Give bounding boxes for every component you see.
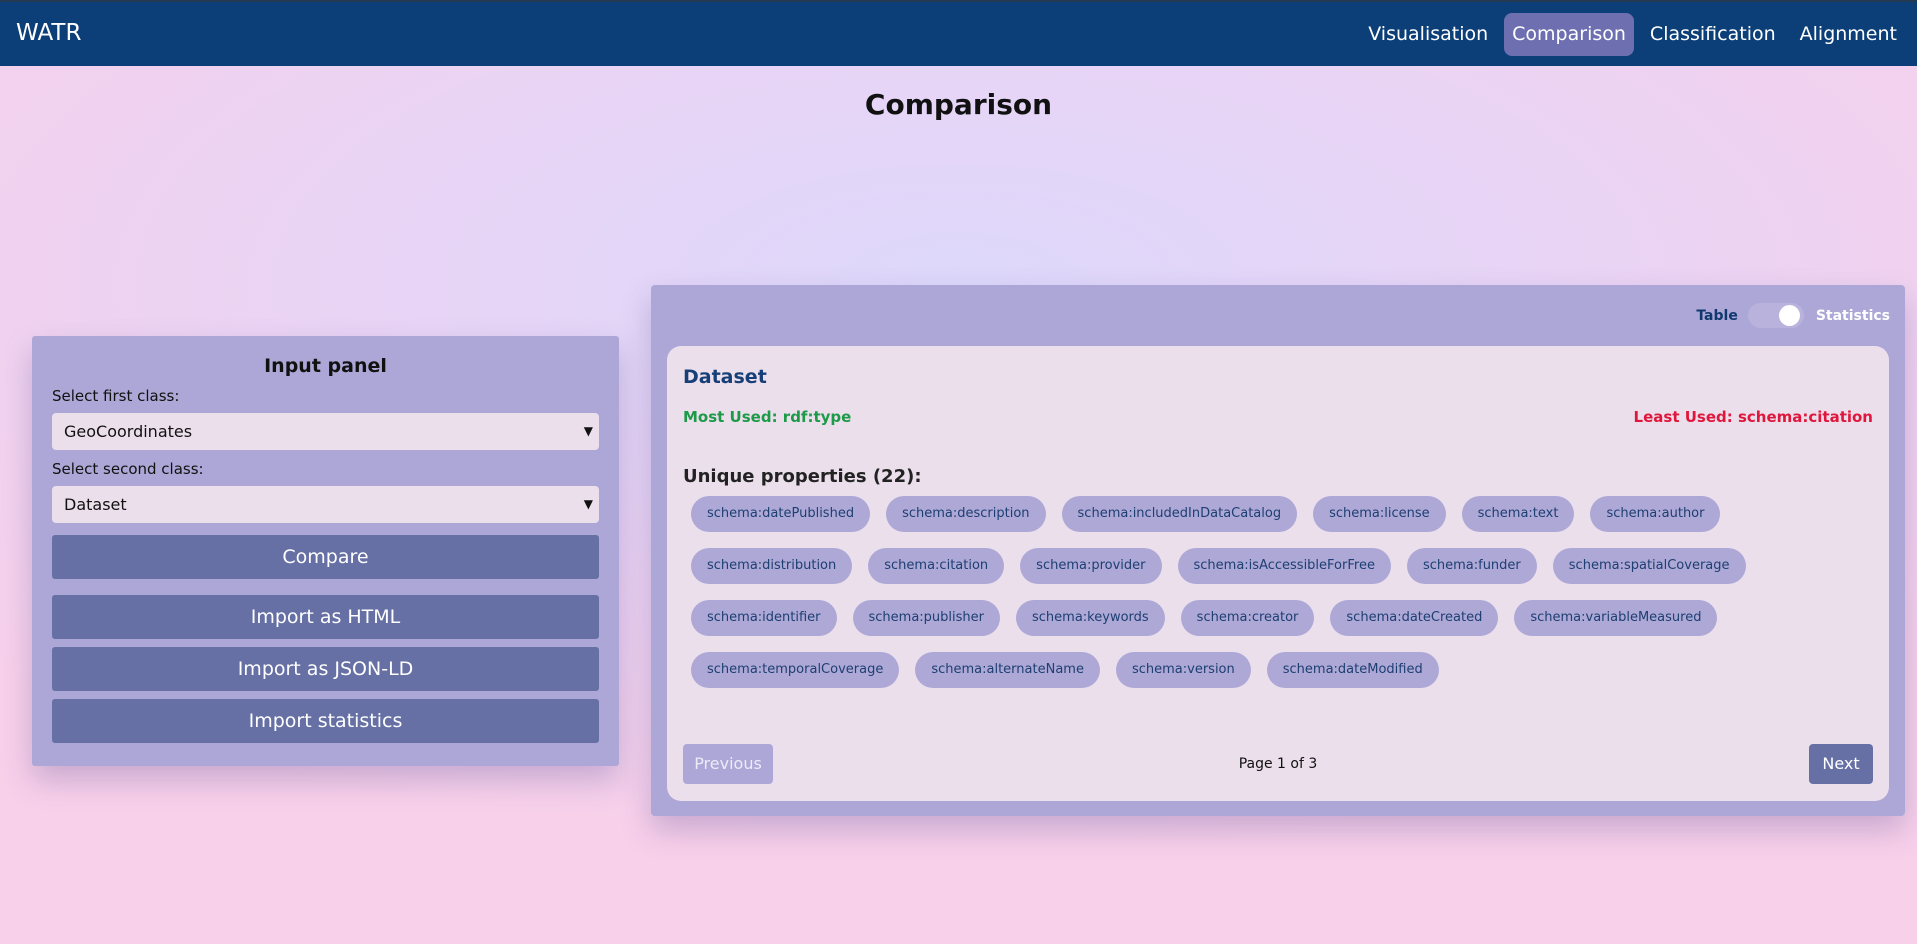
page-title: Comparison [864, 88, 1053, 121]
nav-classification[interactable]: Classification [1642, 13, 1784, 56]
property-chip: schema:variableMeasured [1514, 600, 1718, 636]
chevron-down-icon: ▼ [583, 497, 593, 511]
property-chip: schema:description [886, 496, 1046, 532]
property-chip: schema:dateModified [1266, 652, 1439, 688]
first-class-select[interactable]: GeoCoordinates ▼ [52, 413, 599, 450]
second-class-select[interactable]: Dataset ▼ [52, 486, 599, 523]
first-class-value: GeoCoordinates [64, 422, 193, 441]
second-class-label: Select second class: [52, 460, 204, 478]
import-statistics-button[interactable]: Import statistics [52, 699, 599, 743]
most-used-stat: Most Used: rdf:type [683, 408, 852, 426]
property-chip: schema:temporalCoverage [691, 652, 900, 688]
nav-alignment[interactable]: Alignment [1792, 13, 1905, 56]
toggle-label-statistics: Statistics [1815, 307, 1890, 324]
input-panel-title: Input panel [264, 355, 387, 377]
unique-properties-heading: Unique properties (22): [683, 466, 922, 487]
nav-comparison[interactable]: Comparison [1504, 13, 1634, 56]
compare-button[interactable]: Compare [52, 535, 599, 579]
class-name-heading: Dataset [683, 366, 767, 388]
property-chip: schema:datePublished [691, 496, 871, 532]
import-jsonld-button[interactable]: Import as JSON-LD [52, 647, 599, 691]
view-toggle: Table Statistics [1696, 303, 1890, 328]
property-chip: schema:identifier [691, 600, 837, 636]
property-chip: schema:includedInDataCatalog [1061, 496, 1298, 532]
brand-logo[interactable]: WATR [16, 20, 81, 46]
property-chip: schema:keywords [1016, 600, 1165, 636]
chevron-down-icon: ▼ [583, 424, 593, 438]
property-chip: schema:version [1115, 652, 1251, 688]
second-class-value: Dataset [64, 495, 127, 514]
toggle-label-table: Table [1696, 307, 1738, 324]
property-chip: schema:provider [1020, 548, 1162, 584]
property-chip: schema:alternateName [915, 652, 1100, 688]
next-page-button[interactable]: Next [1809, 744, 1873, 784]
property-chip: schema:funder [1406, 548, 1537, 584]
input-panel: Input panel Select first class: GeoCoord… [32, 336, 619, 766]
property-chip: schema:spatialCoverage [1552, 548, 1746, 584]
nav-visualisation[interactable]: Visualisation [1360, 13, 1496, 56]
results-panel: Table Statistics Dataset Most Used: rdf:… [651, 285, 1905, 816]
least-used-stat: Least Used: schema:citation [1633, 408, 1873, 426]
property-chip: schema:text [1461, 496, 1575, 532]
main-nav: Visualisation Comparison Classification … [1352, 13, 1905, 56]
property-chip: schema:license [1313, 496, 1446, 532]
top-navbar: WATR Visualisation Comparison Classifica… [0, 0, 1917, 66]
property-chip: schema:publisher [852, 600, 1001, 636]
property-chip: schema:dateCreated [1330, 600, 1499, 636]
switch-knob [1778, 305, 1800, 326]
first-class-label: Select first class: [52, 387, 180, 405]
property-chip: schema:creator [1180, 600, 1315, 636]
property-chip: schema:citation [868, 548, 1005, 584]
property-chip: schema:distribution [691, 548, 853, 584]
property-chip-list: schema:datePublished schema:description … [691, 496, 1851, 704]
import-html-button[interactable]: Import as HTML [52, 595, 599, 639]
table-statistics-switch[interactable] [1747, 303, 1804, 328]
comparison-card: Dataset Most Used: rdf:type Least Used: … [667, 346, 1889, 801]
property-chip: schema:author [1590, 496, 1721, 532]
page-indicator: Page 1 of 3 [1238, 756, 1318, 772]
property-chip: schema:isAccessibleForFree [1177, 548, 1391, 584]
